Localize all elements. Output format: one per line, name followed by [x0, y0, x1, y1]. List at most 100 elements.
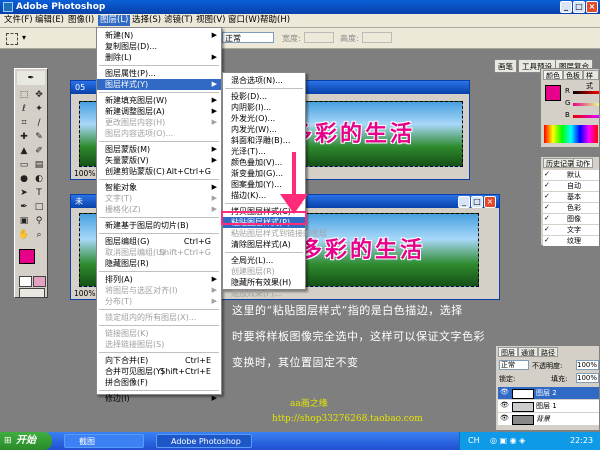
slice-icon[interactable]: ∕ [32, 117, 46, 130]
zoom-level-1[interactable]: 100% [74, 169, 95, 178]
layer-row-background[interactable]: 👁 背景 [498, 413, 599, 425]
fill-field[interactable]: 100% [576, 373, 599, 383]
layer-menu-item[interactable]: 隐藏图层(R) [97, 258, 221, 269]
style-menu-item[interactable]: 隐藏所有效果(H) [223, 277, 305, 288]
tab-layers[interactable]: 图层 [498, 347, 518, 357]
color-ramp[interactable] [544, 125, 598, 143]
style-menu-item[interactable]: 外发光(O)... [223, 113, 305, 124]
crop-icon[interactable]: ⌗ [17, 117, 31, 130]
slider-b[interactable] [573, 115, 599, 118]
well-tab-brushes[interactable]: 画笔 [494, 59, 517, 73]
check-icon[interactable]: ✓ [544, 181, 550, 189]
type-icon[interactable]: T [32, 187, 46, 200]
healing-icon[interactable]: ✚ [17, 131, 31, 144]
maximize-button[interactable]: □ [573, 1, 585, 13]
style-menu-item[interactable]: 清除图层样式(A) [223, 239, 305, 250]
tab-swatches[interactable]: 色板 [563, 70, 583, 80]
eraser-icon[interactable]: ▭ [17, 159, 31, 172]
layer-menu-item[interactable]: 链接图层(K) [97, 328, 221, 339]
magic-wand-icon[interactable]: ✦ [32, 103, 46, 116]
doc2-maximize-button[interactable]: □ [471, 196, 483, 208]
layer-menu-item[interactable]: 删除(L) ▶ [97, 52, 221, 63]
screen-mode-icon[interactable] [19, 288, 45, 298]
layer-menu-item[interactable]: 创建剪贴蒙版(C) Alt+Ctrl+G [97, 166, 221, 177]
check-icon[interactable]: ✓ [544, 170, 550, 178]
style-menu-item[interactable]: 斜面和浮雕(B)... [223, 135, 305, 146]
menu-help[interactable]: 帮助(H) [258, 15, 292, 26]
width-field[interactable] [304, 32, 334, 43]
layer-menu-item[interactable]: 将图层与选区对齐(I) ▶ [97, 285, 221, 296]
menu-image[interactable]: 图像(I) [66, 15, 96, 26]
task-photoshop[interactable]: Adobe Photoshop [156, 434, 252, 448]
tab-paths[interactable]: 路径 [538, 347, 558, 357]
layer-menu-item[interactable]: 排列(A) ▶ [97, 274, 221, 285]
menu-edit[interactable]: 编辑(E) [33, 15, 66, 26]
action-row[interactable]: ✓ 文字 [543, 225, 599, 235]
layer-row-2[interactable]: 👁 图层 2 [498, 387, 599, 399]
style-menu-item[interactable]: 创建图层(R) [223, 266, 305, 277]
eye-icon[interactable]: 👁 [500, 401, 509, 409]
eye-icon[interactable]: 👁 [500, 414, 509, 422]
layer-menu-item[interactable]: 图层蒙版(M) ▶ [97, 144, 221, 155]
layer-menu-item[interactable]: 新建填充图层(W) ▶ [97, 95, 221, 106]
notes-icon[interactable]: ▣ [17, 215, 31, 228]
eye-icon[interactable]: 👁 [500, 388, 509, 396]
layer-menu-item[interactable]: 分布(T) ▶ [97, 296, 221, 307]
blend-mode-select[interactable]: 正常 [499, 360, 529, 370]
path-select-icon[interactable]: ➤ [17, 187, 31, 200]
layer-menu-item[interactable]: 向下合并(E) Ctrl+E [97, 355, 221, 366]
style-menu-item[interactable]: 内发光(W)... [223, 124, 305, 135]
layer-menu-item[interactable]: 文字(T) ▶ [97, 193, 221, 204]
zoom-icon[interactable]: ⌕ [32, 229, 46, 242]
hand-icon[interactable]: ✋ [17, 229, 31, 242]
history-brush-icon[interactable]: ✐ [32, 145, 46, 158]
check-icon[interactable]: ✓ [544, 225, 550, 233]
style-select[interactable]: 正常 [222, 32, 274, 43]
layer-menu-item[interactable]: 智能对象 ▶ [97, 182, 221, 193]
check-icon[interactable]: ✓ [544, 203, 550, 211]
language-indicator[interactable]: CH [468, 432, 480, 450]
move-icon[interactable]: ✥ [32, 89, 46, 102]
tab-history[interactable]: 历史记录 [543, 158, 577, 168]
layer-menu-item[interactable]: 图层样式(Y) ▶ [97, 79, 221, 90]
standard-mode-icon[interactable] [19, 276, 32, 287]
layer-menu-item[interactable]: 图层属性(P)... [97, 68, 221, 79]
menu-layer[interactable]: 图层(L) [98, 15, 131, 26]
tab-actions[interactable]: 动作 [573, 158, 593, 168]
zoom-level-2[interactable]: 100% [74, 289, 95, 298]
height-field[interactable] [362, 32, 392, 43]
layer-row-1[interactable]: 👁 图层 1 [498, 400, 599, 412]
layer-menu-item[interactable]: 图层编组(G) Ctrl+G [97, 236, 221, 247]
brush-icon[interactable]: ✎ [32, 131, 46, 144]
style-menu-item[interactable]: 粘贴图层样式到链接的图层 [223, 228, 327, 239]
style-menu-item[interactable]: 内阴影(I)... [223, 102, 305, 113]
style-menu-item[interactable]: 投影(D)... [223, 91, 305, 102]
stamp-icon[interactable]: ▲ [17, 145, 31, 158]
foreground-color-swatch[interactable] [19, 249, 35, 264]
minimize-button[interactable]: _ [560, 1, 572, 13]
action-row[interactable]: ✓ 图像 [543, 214, 599, 224]
check-icon[interactable]: ✓ [544, 214, 550, 222]
layer-menu-item[interactable]: 新建(N) ▶ [97, 30, 221, 41]
tab-channels[interactable]: 通道 [518, 347, 538, 357]
marquee-tool-icon[interactable] [6, 33, 18, 45]
shape-icon[interactable]: □ [32, 201, 46, 214]
layer-menu-item[interactable]: 栅格化(Z) ▶ [97, 204, 221, 215]
menu-view[interactable]: 视图(V) [194, 15, 227, 26]
menu-file[interactable]: 文件(F) [2, 15, 35, 26]
check-icon[interactable]: ✓ [544, 236, 550, 244]
layer-menu-item[interactable]: 更改图层内容(H) ▶ [97, 117, 221, 128]
gradient-icon[interactable]: ▤ [32, 159, 46, 172]
layer-menu-item[interactable]: 拼合图像(F) [97, 377, 221, 388]
layer-menu-item[interactable]: 复制图层(D)... [97, 41, 221, 52]
slider-r[interactable] [573, 91, 599, 94]
tab-color[interactable]: 颜色 [543, 70, 563, 80]
slider-g[interactable] [573, 103, 599, 106]
dodge-icon[interactable]: ◐ [32, 173, 46, 186]
check-icon[interactable]: ✓ [544, 192, 550, 200]
layer-menu-item[interactable]: 新建调整图层(A) ▶ [97, 106, 221, 117]
layer-menu-item[interactable]: 图层内容选项(O)... [97, 128, 221, 139]
style-menu-item[interactable]: 混合选项(N)... [223, 75, 305, 86]
action-row[interactable]: ✓ 基本 [543, 192, 599, 202]
color-fg-swatch[interactable] [545, 85, 561, 101]
